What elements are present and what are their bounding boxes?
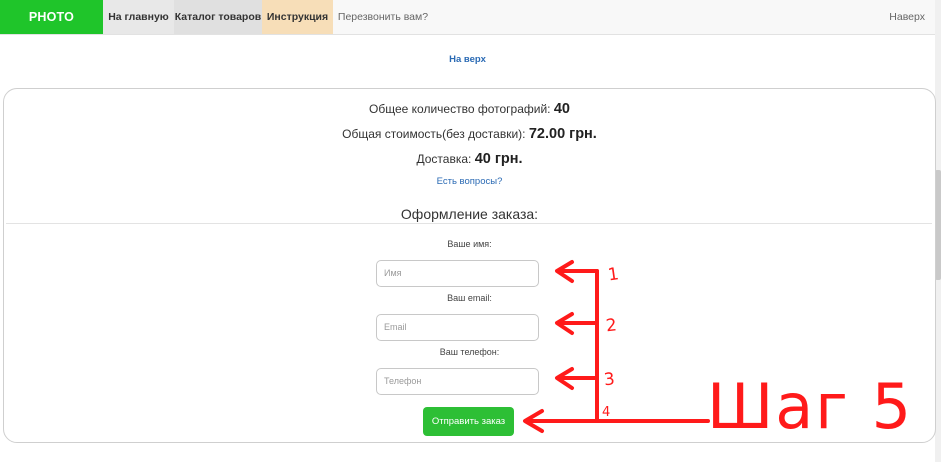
email-input[interactable]: Email [376, 314, 539, 341]
submit-order-button[interactable]: Отправить заказ [423, 407, 514, 436]
phone-label: Ваш телефон: [439, 347, 500, 357]
nav-callback[interactable]: Перезвонить вам? [333, 0, 433, 34]
name-label: Ваше имя: [447, 239, 492, 249]
step-label: Шаг 5 [707, 370, 914, 443]
total-cost-line: Общая стоимость(без доставки): 72.00 грн… [4, 126, 935, 142]
email-label: Ваш email: [447, 293, 492, 303]
name-input[interactable]: Имя [376, 260, 539, 287]
nav-home[interactable]: На главную [103, 0, 174, 34]
phone-input[interactable]: Телефон [376, 368, 539, 395]
nav-instructions[interactable]: Инструкция [262, 0, 333, 34]
top-navbar: PHOTO SERVICE На главную Каталог товаров… [0, 0, 935, 58]
total-cost-label: Общая стоимость(без доставки): [342, 127, 526, 141]
divider [6, 223, 932, 224]
total-cost-value: 72.00 грн. [528, 126, 597, 142]
photos-count-line: Общее количество фотографий: 40 [4, 101, 935, 117]
delivery-value: 40 грн. [474, 151, 523, 167]
faq-link[interactable]: Есть вопросы? [4, 176, 935, 187]
delivery-line: Доставка: 40 грн. [4, 151, 935, 167]
photos-count-label: Общее количество фотографий: [369, 102, 551, 116]
nav-to-top[interactable]: Наверх [889, 0, 925, 34]
delivery-label: Доставка: [416, 152, 472, 166]
brand-logo[interactable]: PHOTO SERVICE [0, 0, 103, 58]
nav-catalog[interactable]: Каталог товаров [174, 0, 262, 34]
order-form-title: Оформление заказа: [400, 206, 539, 222]
to-top-link[interactable]: На верх [0, 54, 935, 65]
photos-count-value: 40 [553, 101, 570, 117]
